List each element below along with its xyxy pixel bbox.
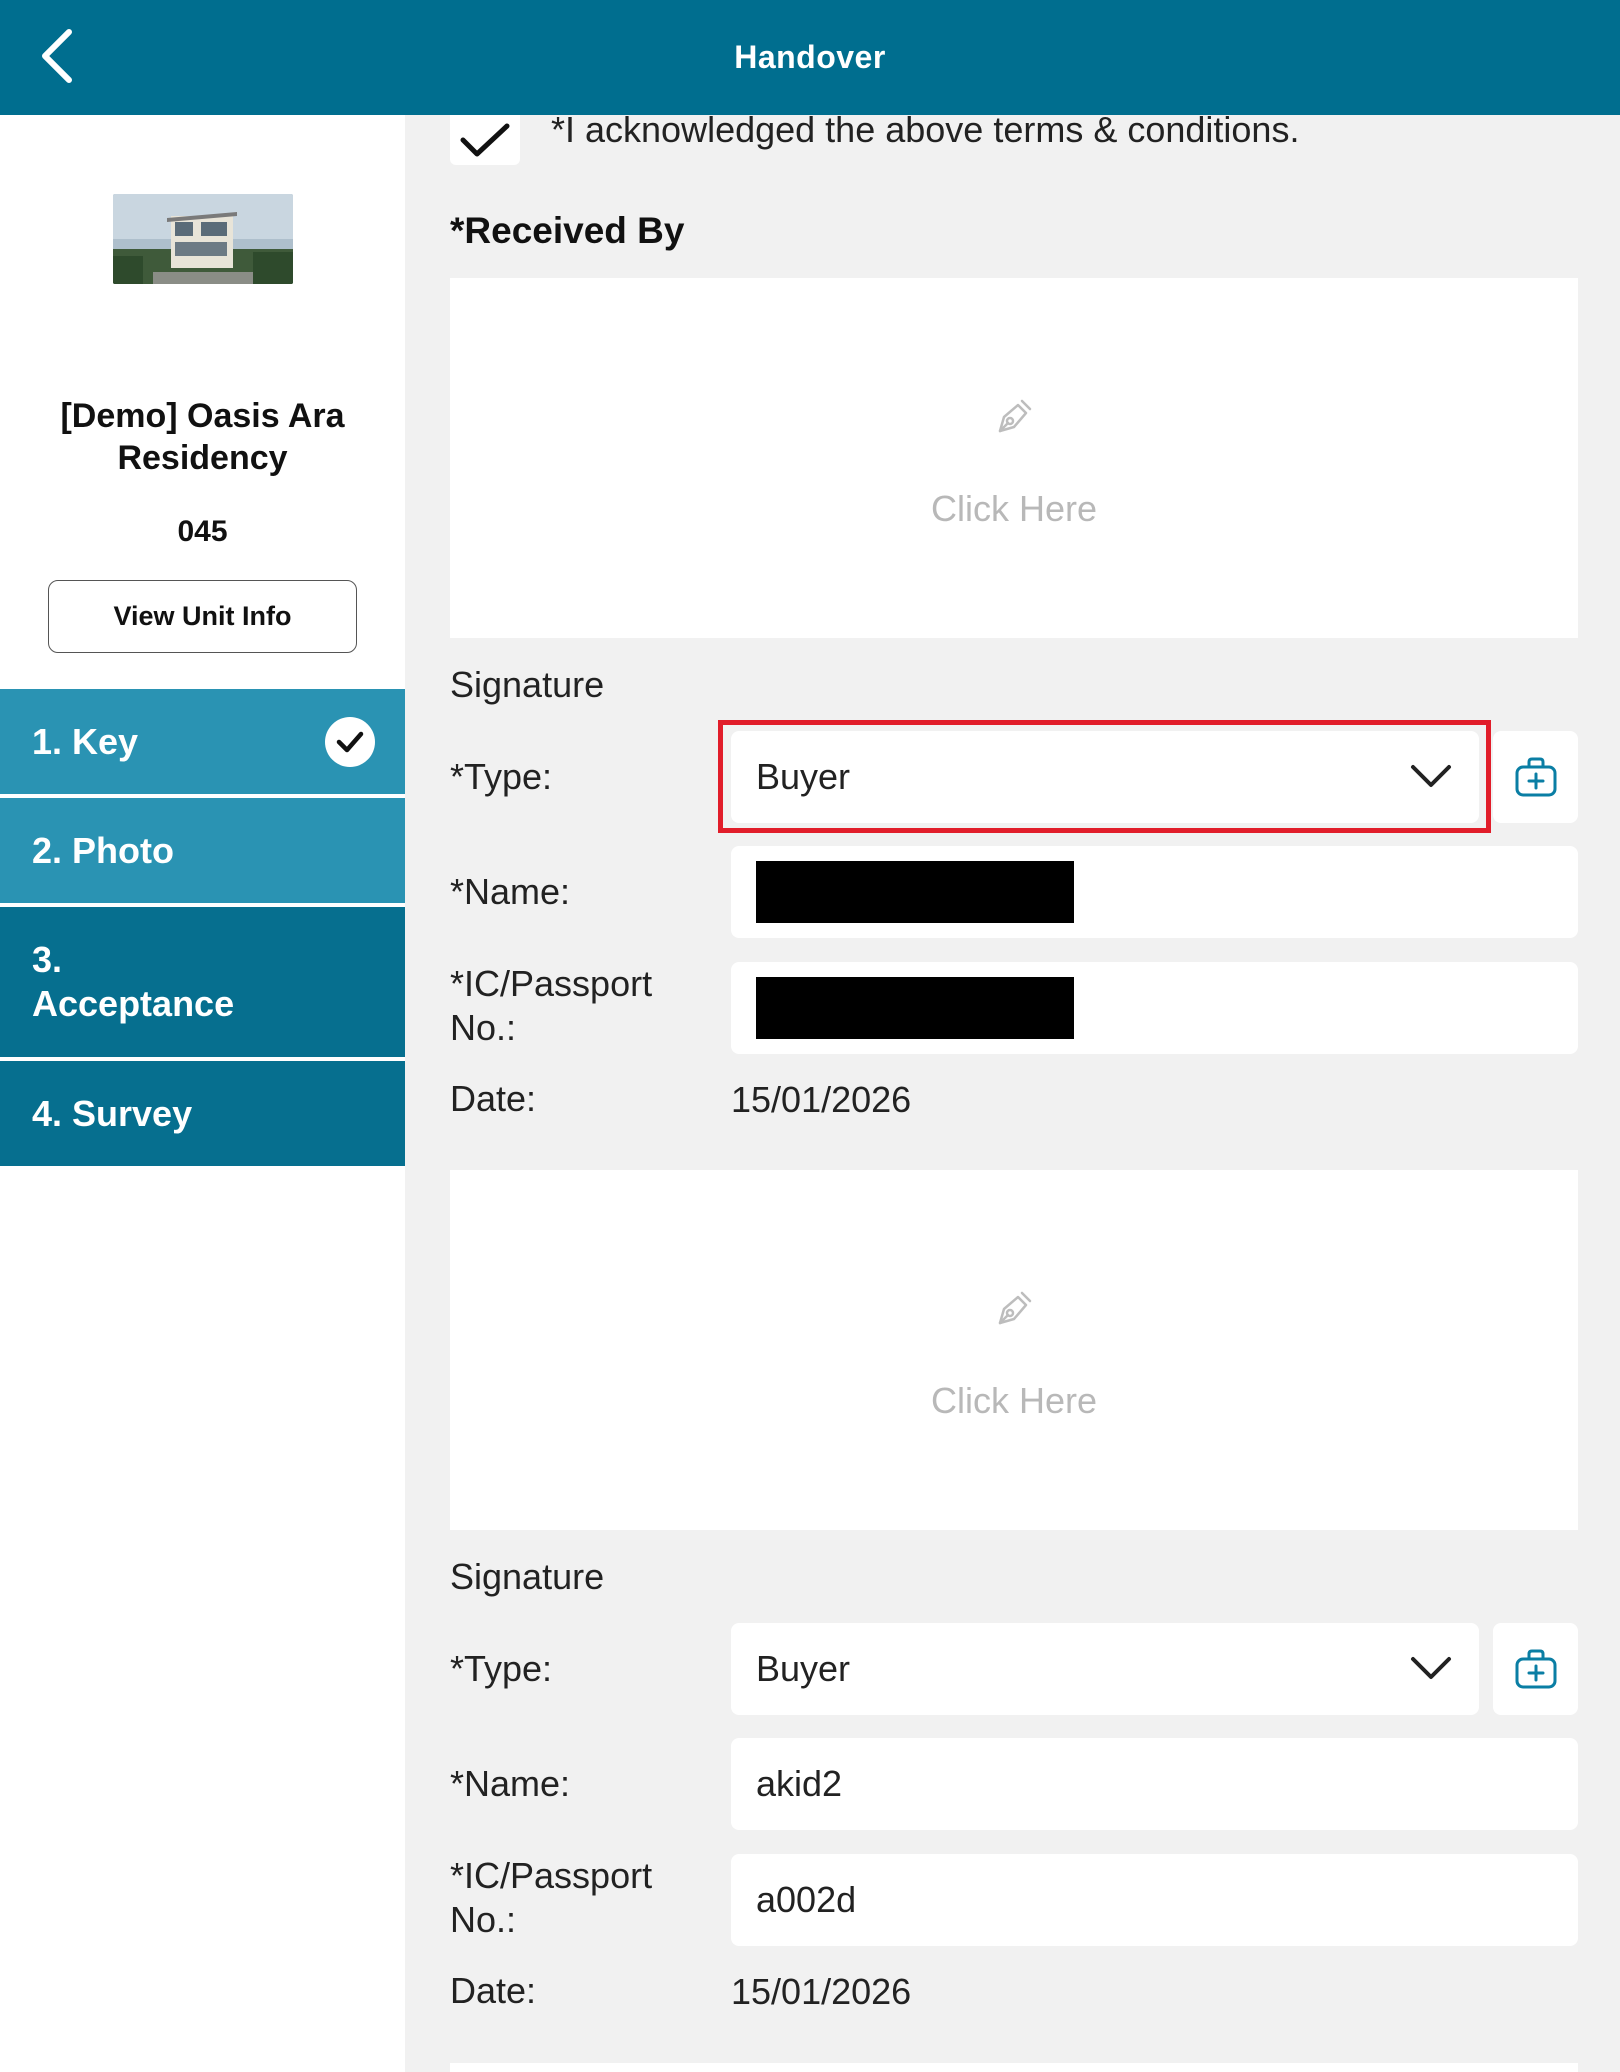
name-input[interactable] <box>731 846 1578 938</box>
name-label: *Name: <box>450 871 571 912</box>
signature-hint: Click Here <box>930 1380 1098 1421</box>
page-title: Handover <box>734 39 886 75</box>
step-key[interactable]: 1. Key <box>0 689 405 794</box>
next-signature-pad-edge <box>450 2063 1578 2072</box>
date-label: Date: <box>450 1078 537 1119</box>
chevron-down-icon <box>1411 1657 1451 1679</box>
step-label: 1. Key <box>32 720 139 762</box>
chevron-down-icon <box>1411 765 1451 787</box>
name-input[interactable]: akid2 <box>731 1738 1578 1830</box>
step-label: 3. Acceptance <box>32 939 235 1024</box>
back-button[interactable] <box>26 26 86 86</box>
step-acceptance[interactable]: 3. Acceptance <box>0 907 405 1057</box>
date-value: 15/01/2026 <box>731 1079 912 1120</box>
step-label: 2. Photo <box>32 829 174 871</box>
redacted-block <box>756 861 1074 923</box>
project-thumbnail <box>113 194 293 284</box>
chevron-left-icon <box>42 29 72 83</box>
add-signatory-button[interactable] <box>1493 1623 1578 1715</box>
check-circle-icon <box>325 716 375 767</box>
name-value: akid2 <box>756 1763 843 1804</box>
signature-label: Signature <box>450 1556 605 1597</box>
ic-passport-input[interactable] <box>731 962 1578 1054</box>
step-photo[interactable]: 2. Photo <box>0 798 405 903</box>
acknowledge-text: *I acknowledged the above terms & condit… <box>551 109 1300 150</box>
add-signatory-button[interactable] <box>1493 731 1578 823</box>
type-value: Buyer <box>756 1648 851 1689</box>
add-briefcase-icon <box>1515 1649 1556 1689</box>
type-label: *Type: <box>450 1648 553 1689</box>
signature-pad[interactable]: Click Here <box>450 278 1578 638</box>
project-name: [Demo] Oasis Ara Residency <box>60 397 345 477</box>
step-survey[interactable]: 4. Survey <box>0 1061 405 1166</box>
type-label: *Type: <box>450 756 553 797</box>
type-value: Buyer <box>756 756 851 797</box>
pen-nib-icon <box>998 1291 1032 1325</box>
signature-label: Signature <box>450 664 605 705</box>
name-label: *Name: <box>450 1763 571 1804</box>
ic-passport-input[interactable]: a002d <box>731 1854 1578 1946</box>
checkmark-icon <box>460 123 510 157</box>
step-label: 4. Survey <box>32 1092 193 1134</box>
type-select[interactable]: Buyer <box>731 731 1479 823</box>
type-select[interactable]: Buyer <box>731 1623 1479 1715</box>
pen-nib-icon <box>998 399 1032 433</box>
view-unit-info-button[interactable]: View Unit Info <box>48 580 357 653</box>
add-briefcase-icon <box>1515 757 1556 797</box>
date-value: 15/01/2026 <box>731 1971 912 2012</box>
acknowledge-checkbox[interactable] <box>450 115 520 165</box>
signature-hint: Click Here <box>930 488 1098 529</box>
ic-label: *IC/Passport No.: <box>450 1855 653 1940</box>
received-by-heading: *Received By <box>450 210 685 251</box>
redacted-block <box>756 977 1074 1039</box>
date-label: Date: <box>450 1970 537 2011</box>
top-app-bar: Handover <box>0 0 1620 115</box>
ic-label: *IC/Passport No.: <box>450 963 653 1048</box>
sidebar: [Demo] Oasis Ara Residency 045 View Unit… <box>0 115 405 2072</box>
unit-number: 045 <box>177 515 228 548</box>
ic-passport-value: a002d <box>756 1879 857 1920</box>
signature-pad[interactable]: Click Here <box>450 1170 1578 1530</box>
main-content: *I acknowledged the above terms & condit… <box>405 109 1620 2072</box>
